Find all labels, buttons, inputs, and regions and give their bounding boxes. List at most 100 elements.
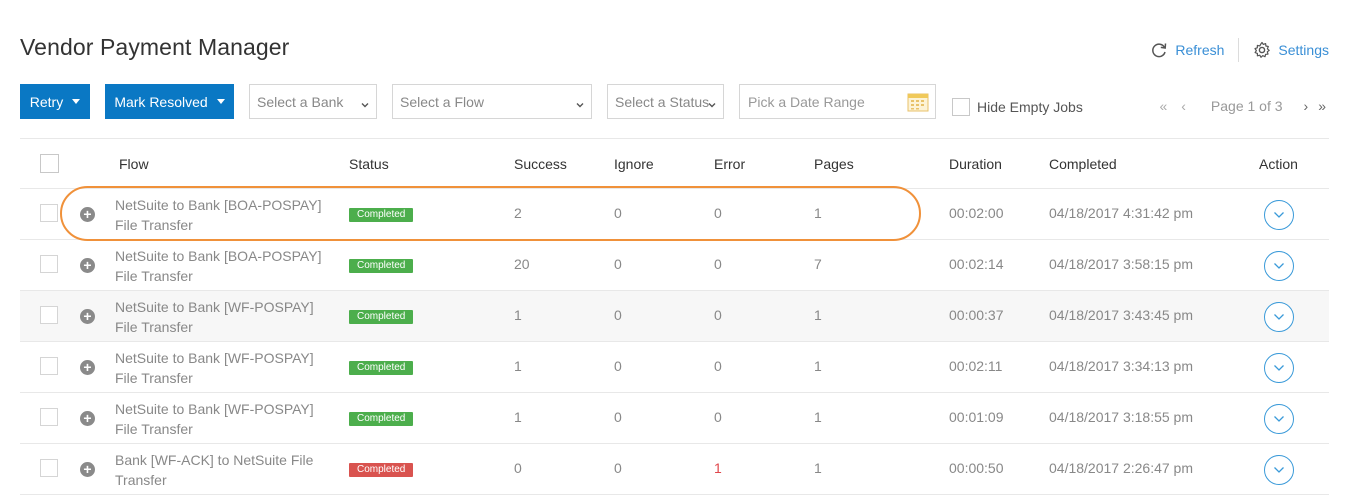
flow-name[interactable]: Bank [WF-ACK] to NetSuite File Transfer: [115, 450, 340, 490]
duration-value: 00:01:09: [949, 409, 1004, 425]
duration-value: 00:00:50: [949, 460, 1004, 476]
flow-name[interactable]: NetSuite to Bank [BOA-POSPAY] File Trans…: [115, 246, 340, 286]
success-count: 1: [514, 409, 522, 425]
next-page-button[interactable]: ›: [1301, 98, 1312, 114]
status-badge: Completed: [349, 259, 414, 273]
expand-plus-icon[interactable]: +: [80, 411, 95, 426]
status-badge: Completed: [349, 208, 414, 222]
table-row[interactable]: + NetSuite to Bank [WF-POSPAY] File Trans…: [20, 393, 1329, 444]
flow-name[interactable]: NetSuite to Bank [WF-POSPAY] File Transf…: [115, 348, 340, 388]
table-row[interactable]: + NetSuite to Bank [BOA-POSPAY] File Tran…: [20, 240, 1329, 291]
row-checkbox[interactable]: [40, 459, 58, 477]
bank-select[interactable]: Select a Bank: [249, 84, 377, 119]
flow-name[interactable]: NetSuite to Bank [WF-POSPAY] File Transf…: [115, 399, 340, 439]
chevron-down-icon: [1274, 314, 1284, 320]
row-checkbox[interactable]: [40, 408, 58, 426]
expand-plus-icon[interactable]: +: [80, 258, 95, 273]
page-title: Vendor Payment Manager: [20, 34, 290, 60]
gear-icon: [1253, 41, 1271, 59]
col-completed[interactable]: Completed: [1049, 156, 1117, 172]
duration-value: 00:02:14: [949, 256, 1004, 272]
expand-plus-icon[interactable]: +: [80, 462, 95, 477]
date-range-input[interactable]: Pick a Date Range: [739, 84, 936, 119]
chevron-down-icon: [1274, 365, 1284, 371]
settings-link[interactable]: Settings: [1253, 41, 1329, 59]
chevron-down-icon: [1274, 263, 1284, 269]
table-row[interactable]: + Bank [WF-ACK] to NetSuite File Transfer…: [20, 444, 1329, 495]
ignore-count: 0: [614, 205, 622, 221]
select-all-checkbox[interactable]: [40, 154, 59, 173]
completed-timestamp: 04/18/2017 2:26:47 pm: [1049, 460, 1194, 476]
first-page-button[interactable]: «: [1156, 98, 1170, 114]
col-error[interactable]: Error: [714, 156, 745, 172]
table-row[interactable]: + NetSuite to Bank [WF-POSPAY] File Trans…: [20, 291, 1329, 342]
last-page-button[interactable]: »: [1315, 98, 1329, 114]
error-count: 0: [714, 358, 722, 374]
row-checkbox[interactable]: [40, 204, 58, 222]
completed-timestamp: 04/18/2017 3:34:13 pm: [1049, 358, 1194, 374]
expand-plus-icon[interactable]: +: [80, 309, 95, 324]
chevron-down-icon: [360, 97, 370, 113]
calendar-icon[interactable]: [907, 92, 929, 115]
col-ignore[interactable]: Ignore: [614, 156, 654, 172]
pages-count: 1: [814, 307, 822, 323]
completed-timestamp: 04/18/2017 3:18:55 pm: [1049, 409, 1194, 425]
status-badge: Completed: [349, 361, 414, 375]
col-pages[interactable]: Pages: [814, 156, 854, 172]
prev-page-button[interactable]: ‹: [1178, 98, 1189, 114]
success-count: 20: [514, 256, 530, 272]
retry-label: Retry: [29, 93, 64, 110]
table-row[interactable]: + NetSuite to Bank [WF-POSPAY] File Trans…: [20, 342, 1329, 393]
duration-value: 00:02:00: [949, 205, 1004, 221]
expand-plus-icon[interactable]: +: [80, 360, 95, 375]
refresh-link[interactable]: Refresh: [1150, 41, 1224, 59]
status-select-value: Select a Status: [615, 93, 710, 110]
flow-select[interactable]: Select a Flow: [392, 84, 592, 119]
flow-name[interactable]: NetSuite to Bank [WF-POSPAY] File Transf…: [115, 297, 340, 337]
pages-count: 1: [814, 205, 822, 221]
flow-name[interactable]: NetSuite to Bank [BOA-POSPAY] File Trans…: [115, 195, 340, 235]
expand-plus-icon[interactable]: +: [80, 207, 95, 222]
ignore-count: 0: [614, 358, 622, 374]
caret-down-icon: [216, 99, 225, 104]
status-badge: Completed: [349, 412, 414, 426]
pages-count: 1: [814, 358, 822, 374]
row-checkbox[interactable]: [40, 255, 58, 273]
completed-timestamp: 04/18/2017 3:58:15 pm: [1049, 256, 1194, 272]
mark-resolved-button[interactable]: Mark Resolved: [105, 84, 234, 119]
hide-empty-jobs-toggle[interactable]: Hide Empty Jobs: [952, 98, 1083, 116]
row-action-button[interactable]: [1264, 302, 1294, 332]
retry-button[interactable]: Retry: [20, 84, 90, 119]
col-duration[interactable]: Duration: [949, 156, 1002, 172]
row-checkbox[interactable]: [40, 306, 58, 324]
row-action-button[interactable]: [1264, 200, 1294, 230]
toolbar: Retry Mark Resolved Select a Bank Select…: [20, 84, 1329, 119]
row-checkbox[interactable]: [40, 357, 58, 375]
flow-select-value: Select a Flow: [400, 93, 485, 110]
ignore-count: 0: [614, 409, 622, 425]
jobs-table: Flow Status Success Ignore Error Pages D…: [20, 138, 1329, 495]
date-range-placeholder: Pick a Date Range: [748, 93, 865, 110]
table-row[interactable]: + NetSuite to Bank [BOA-POSPAY] File Tran…: [20, 189, 1329, 240]
status-select[interactable]: Select a Status: [607, 84, 724, 119]
page-info: Page 1 of 3: [1210, 98, 1283, 114]
col-success[interactable]: Success: [514, 156, 567, 172]
error-count: 0: [714, 307, 722, 323]
success-count: 1: [514, 307, 522, 323]
success-count: 0: [514, 460, 522, 476]
status-badge: Completed: [349, 463, 414, 477]
row-action-button[interactable]: [1264, 353, 1294, 383]
hide-empty-checkbox[interactable]: [952, 98, 970, 116]
col-status[interactable]: Status: [349, 156, 389, 172]
refresh-label: Refresh: [1175, 42, 1225, 58]
ignore-count: 0: [614, 460, 622, 476]
col-flow[interactable]: Flow: [119, 156, 149, 172]
mark-resolved-label: Mark Resolved: [114, 93, 208, 110]
row-action-button[interactable]: [1264, 404, 1294, 434]
chevron-down-icon: [1274, 212, 1284, 218]
success-count: 1: [514, 358, 522, 374]
refresh-icon: [1150, 41, 1168, 59]
row-action-button[interactable]: [1264, 251, 1294, 281]
row-action-button[interactable]: [1264, 455, 1294, 485]
duration-value: 00:02:11: [949, 358, 1003, 374]
